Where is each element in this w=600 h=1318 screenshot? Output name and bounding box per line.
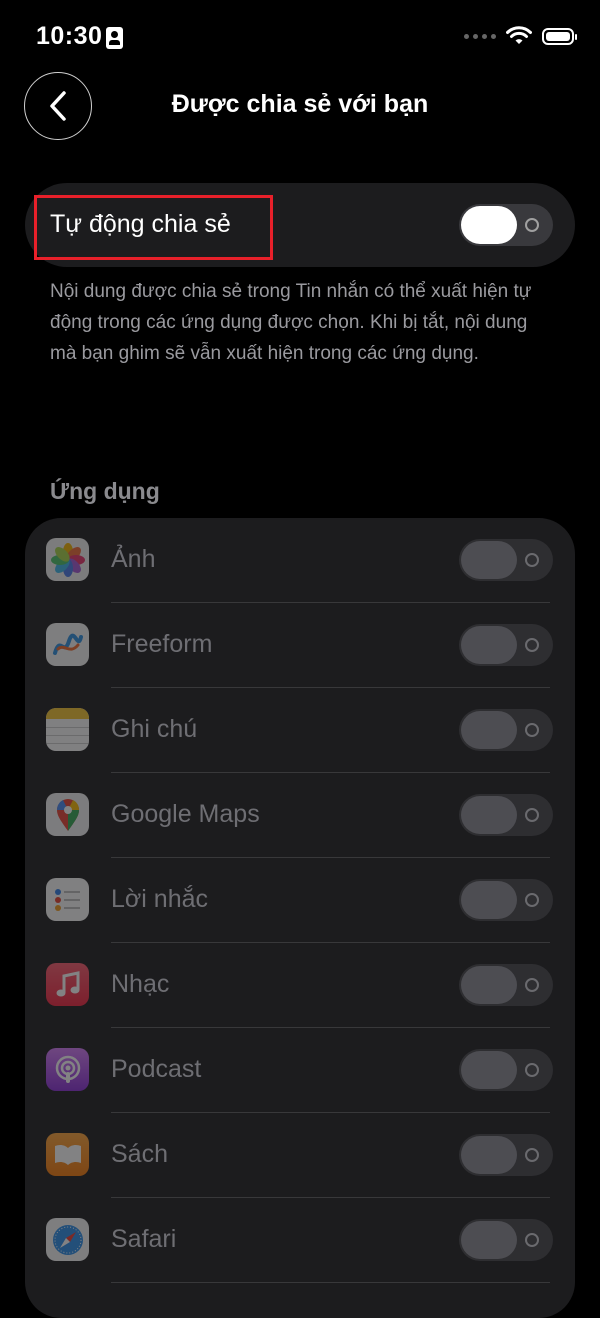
app-name: Ghi chú — [111, 715, 198, 743]
status-time: 10:30 — [36, 22, 103, 50]
app-name: Nhạc — [111, 970, 170, 998]
status-bar: 10:30 — [0, 0, 600, 76]
books-icon — [46, 1133, 89, 1176]
app-row-notes: Ghi chú — [25, 688, 575, 773]
app-name: Safari — [111, 1225, 177, 1253]
highlight-annotation — [34, 195, 273, 260]
notes-toggle[interactable] — [459, 709, 553, 751]
freeform-icon — [46, 623, 89, 666]
app-row-photos: Ảnh — [25, 518, 575, 603]
app-name: Google Maps — [111, 800, 260, 828]
auto-share-toggle[interactable] — [459, 204, 553, 246]
music-toggle[interactable] — [459, 964, 553, 1006]
app-row-podcast: Podcast — [25, 1028, 575, 1113]
app-name: Sách — [111, 1140, 168, 1168]
notes-icon — [46, 708, 89, 751]
app-row-reminders: Lời nhắc — [25, 858, 575, 943]
toggle-off-indicator — [525, 218, 539, 232]
google-maps-icon — [46, 793, 89, 836]
app-name: Podcast — [111, 1055, 202, 1083]
reminders-icon — [46, 878, 89, 921]
cellular-signal-icon — [464, 33, 496, 39]
podcast-toggle[interactable] — [459, 1049, 553, 1091]
reminders-toggle[interactable] — [459, 879, 553, 921]
freeform-toggle[interactable] — [459, 624, 553, 666]
photos-toggle[interactable] — [459, 539, 553, 581]
app-row-safari: Safari — [25, 1198, 575, 1283]
contact-card-icon — [106, 27, 123, 49]
music-icon — [46, 963, 89, 1006]
app-name: Lời nhắc — [111, 885, 209, 913]
page-title: Được chia sẻ với bạn — [171, 90, 429, 118]
toggle-knob — [461, 206, 517, 244]
app-name: Ảnh — [111, 545, 156, 573]
safari-icon — [46, 1218, 89, 1261]
app-row-freeform: Freeform — [25, 603, 575, 688]
safari-toggle[interactable] — [459, 1219, 553, 1261]
photos-icon — [46, 538, 89, 581]
podcast-icon — [46, 1048, 89, 1091]
app-name: Freeform — [111, 630, 213, 658]
app-row-music: Nhạc — [25, 943, 575, 1028]
divider — [111, 1282, 550, 1283]
auto-share-description: Nội dung được chia sẻ trong Tin nhắn có … — [50, 281, 532, 364]
app-row-google-maps: Google Maps — [25, 773, 575, 858]
battery-icon — [542, 27, 577, 45]
books-toggle[interactable] — [459, 1134, 553, 1176]
apps-section-header: Ứng dụng — [50, 478, 160, 504]
apps-list: Ảnh Freeform Ghi chú Google Maps Lời nhắ… — [25, 518, 575, 1318]
app-row-books: Sách — [25, 1113, 575, 1198]
wifi-icon — [506, 26, 532, 44]
status-icons — [464, 26, 577, 46]
google-maps-toggle[interactable] — [459, 794, 553, 836]
